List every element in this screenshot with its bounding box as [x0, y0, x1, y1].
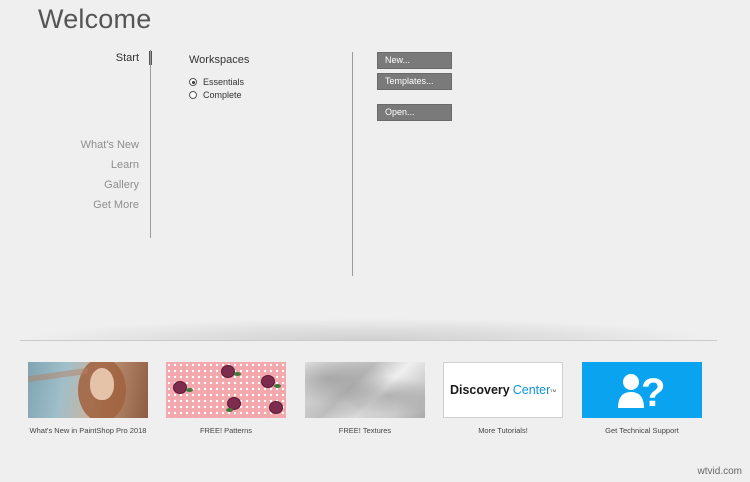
tile-label: FREE! Patterns [199, 426, 253, 435]
workspaces-heading: Workspaces [189, 54, 250, 66]
discovery-center-logo: Discovery Center TM [443, 362, 563, 418]
tile-technical-support[interactable]: ? Get Technical Support [582, 362, 702, 435]
templates-button[interactable]: Templates... [377, 73, 452, 90]
tile-label: FREE! Textures [338, 426, 392, 435]
workspace-option-label: Complete [203, 90, 242, 100]
rose-pattern-image [166, 362, 286, 418]
tile-label: More Tutorials! [478, 426, 528, 435]
workspace-option-label: Essentials [203, 77, 245, 87]
watermark: wtvid.com [697, 466, 742, 477]
nav-divider [150, 50, 151, 238]
open-button[interactable]: Open... [377, 104, 452, 121]
new-button[interactable]: New... [377, 52, 452, 69]
page-title: Welcome [38, 4, 152, 34]
shelf-shadow [20, 318, 717, 340]
nav-item-start[interactable]: Start [116, 52, 139, 64]
workspace-option-essentials[interactable]: Essentials [189, 77, 244, 87]
nav-item-gallery[interactable]: Gallery [104, 179, 139, 191]
nav-item-get-more[interactable]: Get More [93, 199, 139, 211]
support-person-question-icon: ? [582, 362, 702, 418]
tile-whats-new[interactable]: What's New in PaintShop Pro 2018 [28, 362, 148, 435]
tile-free-textures[interactable]: FREE! Textures [305, 362, 425, 435]
nav-item-learn[interactable]: Learn [111, 159, 139, 171]
tile-label: What's New in PaintShop Pro 2018 [29, 426, 147, 435]
marble-texture-image [305, 362, 425, 418]
shelf-divider [20, 340, 717, 341]
tile-more-tutorials[interactable]: Discovery Center TM More Tutorials! [443, 362, 563, 435]
column-divider [352, 52, 353, 276]
tile-label: Get Technical Support [605, 426, 679, 435]
radio-complete[interactable] [189, 91, 197, 99]
tile-free-patterns[interactable]: FREE! Patterns [166, 362, 286, 435]
nav-item-whats-new[interactable]: What's New [81, 139, 139, 151]
radio-essentials[interactable] [189, 78, 197, 86]
svg-text:?: ? [641, 371, 665, 412]
portrait-image [28, 362, 148, 418]
workspace-option-complete[interactable]: Complete [189, 90, 242, 100]
